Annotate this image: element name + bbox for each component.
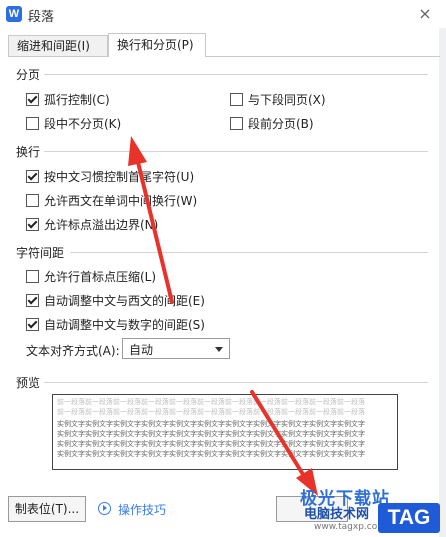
checkbox-auto-space-cjk-digit[interactable]: 自动调整中文与数字的间距(S) bbox=[26, 316, 205, 333]
close-button[interactable]: × bbox=[414, 4, 436, 24]
checkbox-label: 与下段同页(X) bbox=[248, 93, 326, 107]
preview-sample-line: 实例文字实例文字实例文字实例文字实例文字实例文字实例文字实例文字实例文字实例文字… bbox=[57, 440, 365, 448]
checkbox-chinese-first-last-char[interactable]: 按中文习惯控制首尾字符(U) bbox=[26, 168, 194, 185]
watermark-url: www.tagxp.com bbox=[314, 522, 386, 532]
checkbox-box[interactable] bbox=[26, 170, 39, 183]
checkbox-label: 孤行控制(C) bbox=[44, 93, 110, 107]
group-title-pagination: 分页 bbox=[16, 68, 41, 82]
tab-stops-button[interactable]: 制表位(T)... bbox=[8, 496, 86, 522]
group-divider bbox=[44, 151, 428, 152]
group-title-char-spacing: 字符间距 bbox=[16, 246, 65, 260]
checkbox-box[interactable] bbox=[26, 218, 39, 231]
checkbox-hanging-punctuation[interactable]: 允许标点溢出边界(N) bbox=[26, 216, 158, 233]
text-align-value: 自动 bbox=[129, 343, 154, 357]
text-align-select[interactable]: 自动 bbox=[122, 338, 230, 359]
checkbox-widow-control[interactable]: 孤行控制(C) bbox=[26, 91, 110, 108]
group-divider bbox=[70, 252, 428, 253]
watermark-tag-logo: TAG bbox=[378, 503, 440, 533]
checkbox-box[interactable] bbox=[26, 294, 39, 307]
checkbox-keep-lines-together[interactable]: 段中不分页(K) bbox=[26, 115, 121, 132]
group-divider bbox=[44, 382, 428, 383]
checkbox-label: 按中文习惯控制首尾字符(U) bbox=[44, 170, 195, 184]
chevron-down-icon bbox=[215, 347, 223, 352]
preview-sample-line: 实例文字实例文字实例文字实例文字实例文字实例文字实例文字实例文字实例文字实例文字… bbox=[57, 420, 365, 428]
checkbox-label: 允许行首标点压缩(L) bbox=[44, 270, 157, 284]
checkbox-box[interactable] bbox=[230, 117, 243, 130]
play-circle-icon[interactable] bbox=[98, 502, 111, 515]
tab-indent-spacing[interactable]: 缩进和间距(I) bbox=[8, 35, 108, 56]
preview-sample-line: 实例文字实例文字实例文字实例文字实例文字实例文字实例文字实例文字实例文字实例文字… bbox=[57, 450, 365, 458]
wps-logo-icon: W bbox=[6, 6, 22, 22]
checkbox-compress-leading-punct[interactable]: 允许行首标点压缩(L) bbox=[26, 268, 156, 285]
preview-pane: 前一段落前一段落前一段落前一段落前一段落前一段落前一段落前一段落前一段落前一段落… bbox=[52, 394, 398, 470]
checkbox-label: 段前分页(B) bbox=[248, 117, 314, 131]
text-align-label: 文本对齐方式(A): bbox=[26, 344, 120, 358]
checkbox-box[interactable] bbox=[26, 194, 39, 207]
checkbox-keep-with-next[interactable]: 与下段同页(X) bbox=[230, 91, 326, 108]
checkbox-box[interactable] bbox=[26, 117, 39, 130]
checkbox-box[interactable] bbox=[26, 270, 39, 283]
group-title-preview: 预览 bbox=[16, 376, 41, 390]
checkbox-label: 自动调整中文与西文的间距(E) bbox=[44, 294, 205, 308]
dialog-title: 段落 bbox=[28, 10, 55, 25]
checkbox-box[interactable] bbox=[26, 93, 39, 106]
checkbox-label: 允许西文在单词中间换行(W) bbox=[44, 194, 198, 208]
checkbox-box[interactable] bbox=[230, 93, 243, 106]
checkbox-auto-space-cjk-latin[interactable]: 自动调整中文与西文的间距(E) bbox=[26, 292, 205, 309]
preview-sample-line: 实例文字实例文字实例文字实例文字实例文字实例文字实例文字实例文字实例文字实例文字… bbox=[57, 430, 365, 438]
tips-link[interactable]: 操作技巧 bbox=[118, 501, 166, 518]
checkbox-label: 段中不分页(K) bbox=[44, 117, 122, 131]
group-divider bbox=[44, 74, 428, 75]
watermark-subtitle: 电脑技术网 bbox=[304, 507, 370, 522]
preview-prev-line: 前一段落前一段落前一段落前一段落前一段落前一段落前一段落前一段落前一段落前一段落… bbox=[57, 398, 365, 406]
checkbox-box[interactable] bbox=[26, 318, 39, 331]
checkbox-latin-word-wrap[interactable]: 允许西文在单词中间换行(W) bbox=[26, 192, 197, 209]
tab-line-page-breaks[interactable]: 换行和分页(P) bbox=[108, 33, 206, 57]
window-edge bbox=[439, 0, 446, 537]
checkbox-label: 自动调整中文与数字的间距(S) bbox=[44, 318, 205, 332]
group-title-linebreak: 换行 bbox=[16, 145, 41, 159]
checkbox-label: 允许标点溢出边界(N) bbox=[44, 218, 159, 232]
preview-prev-line: 前一段落前一段落前一段落前一段落前一段落前一段落前一段落前一段落前一段落前一段落… bbox=[57, 408, 365, 416]
checkbox-page-break-before[interactable]: 段前分页(B) bbox=[230, 115, 314, 132]
title-bar bbox=[0, 0, 446, 28]
